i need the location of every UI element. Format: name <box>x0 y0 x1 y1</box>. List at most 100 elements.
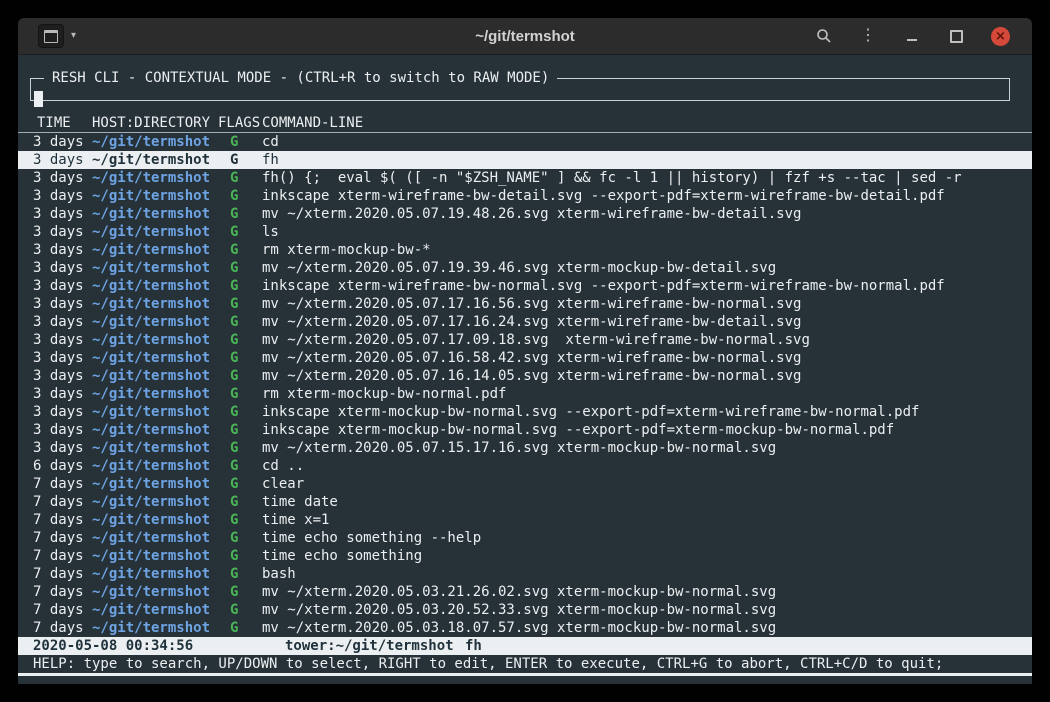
row-host-directory: ~/git/termshot <box>92 133 218 151</box>
row-flags: G <box>218 169 262 187</box>
history-row[interactable]: 3 days ~/git/termshot G mv ~/xterm.2020.… <box>18 331 1032 349</box>
close-icon: × <box>995 30 1006 43</box>
row-time: 3 days <box>33 331 92 349</box>
row-time: 3 days <box>33 241 92 259</box>
terminal-content[interactable]: RESH CLI - CONTEXTUAL MODE - (CTRL+R to … <box>18 55 1032 684</box>
row-command: fh() {; eval $( ([ -n "$ZSH_NAME" ] && f… <box>262 169 1032 187</box>
history-row[interactable]: 3 days ~/git/termshot G rm xterm-mockup-… <box>18 241 1032 259</box>
terminal-tab-icon <box>44 30 58 43</box>
row-flags: G <box>218 547 262 565</box>
row-command: rm xterm-mockup-bw-normal.pdf <box>262 385 1032 403</box>
status-datetime: 2020-05-08 00:34:56 <box>33 637 285 655</box>
minimize-button[interactable] <box>903 27 921 45</box>
row-flags: G <box>218 421 262 439</box>
row-command: time date <box>262 493 1032 511</box>
row-time: 3 days <box>33 133 92 151</box>
history-row[interactable]: 6 days ~/git/termshot G cd .. <box>18 457 1032 475</box>
history-row[interactable]: 7 days ~/git/termshot G mv ~/xterm.2020.… <box>18 619 1032 637</box>
titlebar[interactable]: ▾ ~/git/termshot ⋮ <box>18 18 1032 55</box>
history-row[interactable]: 7 days ~/git/termshot G mv ~/xterm.2020.… <box>18 583 1032 601</box>
history-row[interactable]: 7 days ~/git/termshot G time echo someth… <box>18 529 1032 547</box>
history-row[interactable]: 7 days ~/git/termshot G time date <box>18 493 1032 511</box>
history-row[interactable]: 7 days ~/git/termshot G mv ~/xterm.2020.… <box>18 601 1032 619</box>
history-row[interactable]: 3 days ~/git/termshot G mv ~/xterm.2020.… <box>18 259 1032 277</box>
row-command: inkscape xterm-wireframe-bw-normal.svg -… <box>262 277 1032 295</box>
history-row[interactable]: 3 days ~/git/termshot G fh() {; eval $( … <box>18 169 1032 187</box>
row-time: 3 days <box>33 367 92 385</box>
row-host-directory: ~/git/termshot <box>92 241 218 259</box>
row-host-directory: ~/git/termshot <box>92 187 218 205</box>
row-command: rm xterm-mockup-bw-* <box>262 241 1032 259</box>
row-time: 7 days <box>33 565 92 583</box>
history-row[interactable]: 3 days ~/git/termshot G rm xterm-mockup-… <box>18 385 1032 403</box>
row-host-directory: ~/git/termshot <box>92 547 218 565</box>
history-row[interactable]: 3 days ~/git/termshot G cd <box>18 133 1032 151</box>
row-time: 7 days <box>33 601 92 619</box>
row-command: clear <box>262 475 1032 493</box>
row-flags: G <box>218 385 262 403</box>
history-row[interactable]: 3 days ~/git/termshot G inkscape xterm-m… <box>18 421 1032 439</box>
history-row[interactable]: 3 days ~/git/termshot G mv ~/xterm.2020.… <box>18 313 1032 331</box>
row-command: inkscape xterm-wireframe-bw-detail.svg -… <box>262 187 1032 205</box>
row-host-directory: ~/git/termshot <box>92 475 218 493</box>
row-time: 3 days <box>33 205 92 223</box>
restore-icon <box>950 30 963 43</box>
row-host-directory: ~/git/termshot <box>92 385 218 403</box>
resh-mode-title: RESH CLI - CONTEXTUAL MODE - (CTRL+R to … <box>44 69 557 87</box>
history-row[interactable]: 3 days ~/git/termshot G mv ~/xterm.2020.… <box>18 205 1032 223</box>
chevron-down-icon[interactable]: ▾ <box>71 31 76 41</box>
row-time: 3 days <box>33 277 92 295</box>
resh-search-box[interactable]: RESH CLI - CONTEXTUAL MODE - (CTRL+R to … <box>30 69 1010 101</box>
history-row[interactable]: 3 days ~/git/termshot G inkscape xterm-w… <box>18 277 1032 295</box>
history-row[interactable]: 7 days ~/git/termshot G clear <box>18 475 1032 493</box>
restore-button[interactable] <box>947 27 965 45</box>
row-flags: G <box>218 511 262 529</box>
row-command: inkscape xterm-mockup-bw-normal.svg --ex… <box>262 421 1032 439</box>
history-row[interactable]: 3 days ~/git/termshot G inkscape xterm-w… <box>18 187 1032 205</box>
row-flags: G <box>218 295 262 313</box>
menu-button[interactable]: ⋮ <box>859 27 877 45</box>
row-flags: G <box>218 277 262 295</box>
row-flags: G <box>218 439 262 457</box>
row-command: mv ~/xterm.2020.05.07.19.39.46.svg xterm… <box>262 259 1032 277</box>
row-command: time x=1 <box>262 511 1032 529</box>
history-row[interactable]: 3 days ~/git/termshot G inkscape xterm-m… <box>18 403 1032 421</box>
history-row[interactable]: 7 days ~/git/termshot G time echo someth… <box>18 547 1032 565</box>
row-host-directory: ~/git/termshot <box>92 583 218 601</box>
row-time: 3 days <box>33 151 92 169</box>
row-flags: G <box>218 331 262 349</box>
row-flags: G <box>218 241 262 259</box>
row-host-directory: ~/git/termshot <box>92 295 218 313</box>
row-time: 3 days <box>33 295 92 313</box>
history-row[interactable]: 3 days ~/git/termshot G mv ~/xterm.2020.… <box>18 349 1032 367</box>
row-host-directory: ~/git/termshot <box>92 205 218 223</box>
search-button[interactable] <box>815 27 833 45</box>
row-command: mv ~/xterm.2020.05.07.17.16.24.svg xterm… <box>262 313 1032 331</box>
history-row[interactable]: 7 days ~/git/termshot G bash <box>18 565 1032 583</box>
history-row[interactable]: 3 days ~/git/termshot G ls <box>18 223 1032 241</box>
row-flags: G <box>218 601 262 619</box>
new-tab-button[interactable] <box>38 24 64 48</box>
row-time: 7 days <box>33 529 92 547</box>
history-row[interactable]: 3 days ~/git/termshot G mv ~/xterm.2020.… <box>18 439 1032 457</box>
row-flags: G <box>218 223 262 241</box>
history-row[interactable]: 3 days ~/git/termshot G mv ~/xterm.2020.… <box>18 295 1032 313</box>
row-command: bash <box>262 565 1032 583</box>
row-host-directory: ~/git/termshot <box>92 601 218 619</box>
history-row[interactable]: 3 days ~/git/termshot G mv ~/xterm.2020.… <box>18 367 1032 385</box>
status-bar: 2020-05-08 00:34:56 tower:~/git/termshot… <box>18 637 1032 655</box>
row-command: time echo something <box>262 547 1032 565</box>
history-row[interactable]: 7 days ~/git/termshot G time x=1 <box>18 511 1032 529</box>
row-command: mv ~/xterm.2020.05.03.20.52.33.svg xterm… <box>262 601 1032 619</box>
search-cursor[interactable] <box>34 91 43 107</box>
row-command: cd .. <box>262 457 1032 475</box>
row-time: 3 days <box>33 421 92 439</box>
row-flags: G <box>218 349 262 367</box>
row-time: 3 days <box>33 439 92 457</box>
status-host-directory: tower:~/git/termshot <box>285 637 465 655</box>
row-host-directory: ~/git/termshot <box>92 511 218 529</box>
row-flags: G <box>218 475 262 493</box>
row-host-directory: ~/git/termshot <box>92 529 218 547</box>
history-row[interactable]: 3 days ~/git/termshot G fh <box>18 151 1032 169</box>
close-button[interactable]: × <box>991 27 1010 46</box>
